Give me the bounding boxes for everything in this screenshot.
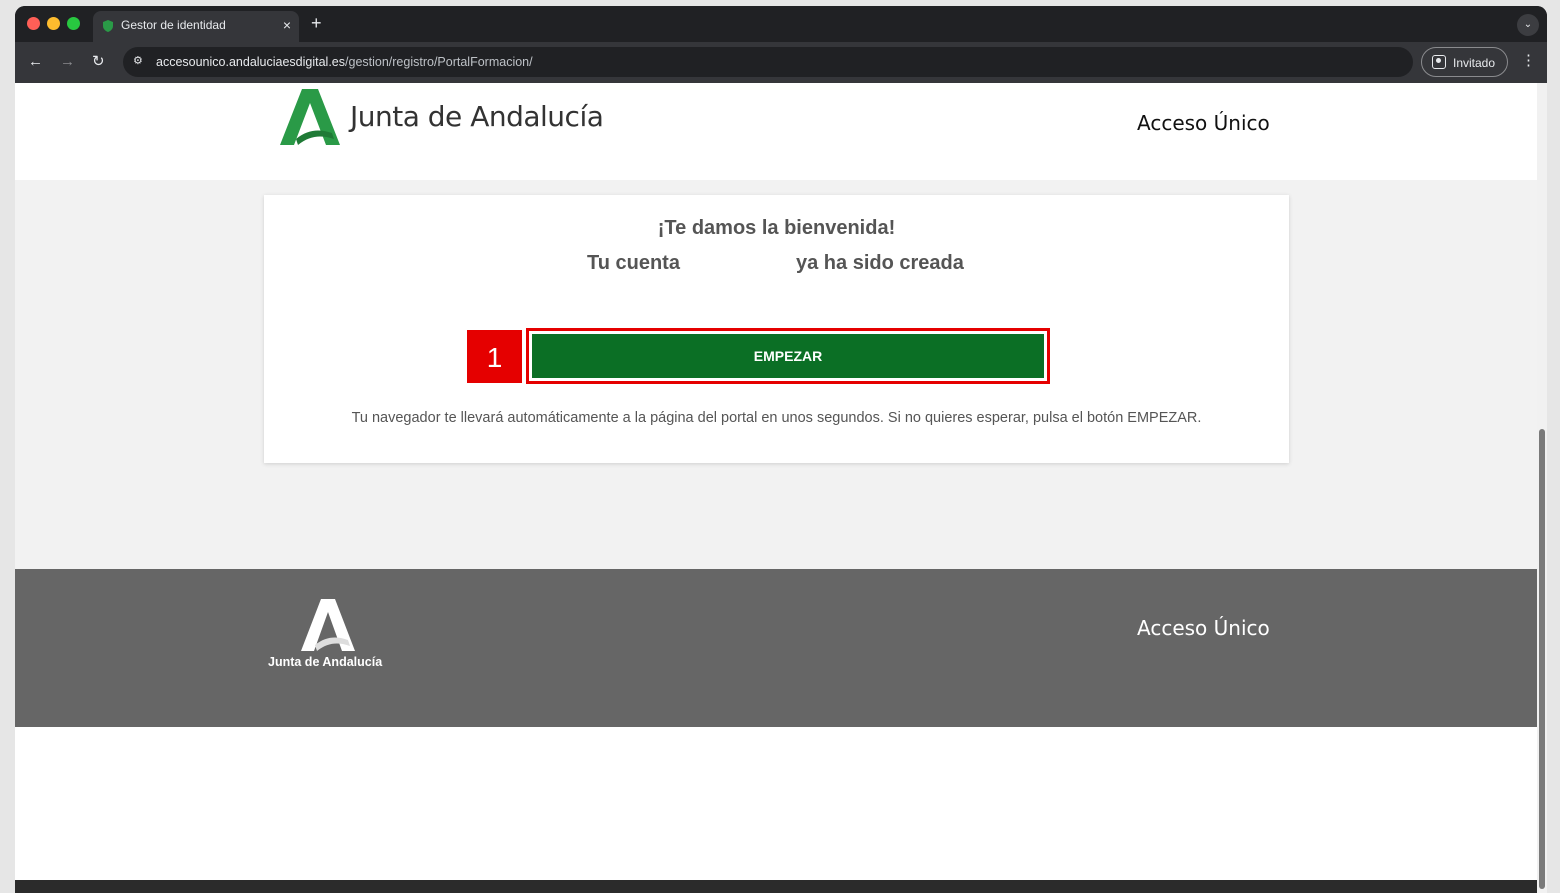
- site-footer: Junta de Andalucía Acceso Único: [15, 569, 1537, 727]
- url-host: accesounico.andaluciaesdigital.es: [156, 55, 346, 69]
- browser-toolbar: ← → ↻ ⚙ accesounico.andaluciaesdigital.e…: [15, 42, 1547, 83]
- account-suffix: ya ha sido creada: [796, 252, 964, 274]
- main-content: ¡Te damos la bienvenida! Tu cuenta ya ha…: [15, 180, 1537, 569]
- redirect-info-text: Tu navegador te llevará automáticamente …: [351, 410, 1202, 426]
- address-bar[interactable]: ⚙ accesounico.andaluciaesdigital.es/gest…: [123, 47, 1413, 77]
- scrollbar-thumb[interactable]: [1539, 429, 1545, 889]
- header-title: Acceso Único: [1137, 111, 1270, 135]
- browser-window: Gestor de identidad × + ⌄ ← → ↻ ⚙ acceso…: [15, 6, 1547, 893]
- back-arrow-icon[interactable]: ←: [28, 53, 43, 71]
- profile-icon: [1432, 55, 1446, 69]
- page-viewport: Junta de Andalucía Acceso Único ¡Te damo…: [15, 83, 1537, 893]
- profile-button[interactable]: Invitado: [1421, 47, 1508, 77]
- junta-logo-icon: [280, 89, 340, 145]
- close-window-button[interactable]: [27, 17, 40, 30]
- url-path: /gestion/registro/PortalFormacion/: [345, 55, 533, 69]
- site-settings-icon[interactable]: ⚙: [133, 54, 143, 67]
- footer-logo-text: Junta de Andalucía: [268, 655, 383, 669]
- tab-strip: Gestor de identidad × + ⌄: [15, 6, 1547, 42]
- account-created-line: Tu cuenta ya ha sido creada: [264, 252, 1289, 278]
- footer-title: Acceso Único: [1137, 616, 1270, 640]
- tab-title: Gestor de identidad: [121, 18, 226, 32]
- close-icon[interactable]: ×: [283, 17, 291, 33]
- account-prefix: Tu cuenta: [587, 252, 680, 274]
- minimize-window-button[interactable]: [47, 17, 60, 30]
- page-blank-area: [15, 727, 1537, 893]
- welcome-card: ¡Te damos la bienvenida! Tu cuenta ya ha…: [264, 195, 1289, 463]
- chevron-down-icon[interactable]: ⌄: [1517, 14, 1539, 36]
- scrollbar[interactable]: [1537, 83, 1547, 893]
- tab-gestor-identidad[interactable]: Gestor de identidad ×: [93, 11, 299, 42]
- maximize-window-button[interactable]: [67, 17, 80, 30]
- junta-logo-icon: [301, 599, 355, 651]
- url-text[interactable]: accesounico.andaluciaesdigital.es/gestio…: [156, 55, 533, 69]
- logo-text: Junta de Andalucía: [350, 100, 604, 133]
- profile-label: Invitado: [1453, 56, 1496, 70]
- reload-icon[interactable]: ↻: [92, 53, 105, 71]
- new-tab-button[interactable]: +: [311, 14, 322, 32]
- welcome-heading: ¡Te damos la bienvenida!: [657, 217, 896, 239]
- more-menu-icon[interactable]: ⋮: [1521, 53, 1536, 69]
- forward-arrow-icon[interactable]: →: [60, 53, 75, 71]
- start-button[interactable]: EMPEZAR: [532, 334, 1044, 378]
- shield-icon: [103, 20, 113, 32]
- step-badge: 1: [467, 330, 522, 383]
- window-bottom-edge: [15, 880, 1537, 893]
- site-header: Junta de Andalucía Acceso Único: [15, 83, 1537, 180]
